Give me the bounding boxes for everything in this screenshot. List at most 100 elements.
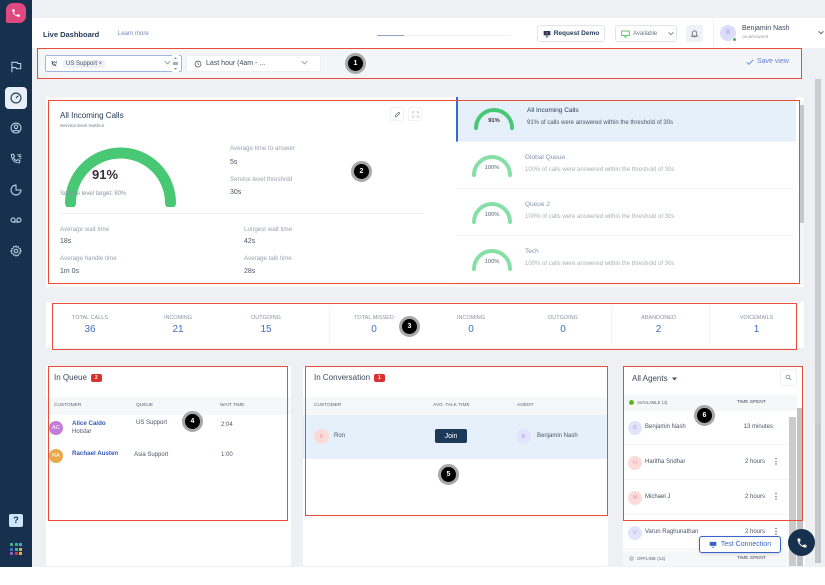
stat-value[interactable]: 0 — [518, 324, 608, 335]
sidebar: ? — [0, 0, 32, 567]
service-level-card: All Incoming Calls Service level metrics… — [46, 97, 804, 287]
in-queue-table-header: CUSTOMER QUEUE WAIT TIME — [46, 397, 291, 415]
customer-name[interactable]: Rachael Austen — [72, 450, 118, 457]
agent-time-spent: 2 hours — [744, 459, 765, 465]
queue-select-scroll-stepper[interactable] — [172, 55, 179, 72]
queue-description: 91% of calls were answered within the th… — [527, 120, 674, 126]
metric-value-longest-wait: 42s — [244, 238, 256, 245]
annotation-marker-2: 2 — [351, 161, 372, 182]
annotation-marker-6: 6 — [694, 405, 715, 426]
stat-incoming: INCOMING 21 — [134, 302, 222, 348]
stat-label: OUTGOING — [548, 315, 578, 321]
agent-avatar: V — [628, 526, 642, 540]
customer-name[interactable]: Alice Caido — [72, 420, 106, 427]
queue-name: All Incoming Calls — [527, 107, 579, 114]
column-header-wait-time[interactable]: WAIT TIME — [220, 403, 244, 408]
online-status-dot — [732, 37, 737, 42]
loading-progress-bar — [377, 35, 510, 36]
save-view-button[interactable]: Save view — [746, 58, 789, 65]
agent-row[interactable]: H Haritha Sridhar 2 hours ⋮ — [623, 446, 789, 480]
gear-icon — [9, 244, 23, 258]
column-header-queue[interactable]: QUEUE — [136, 403, 153, 408]
service-level-gauge — [65, 147, 176, 207]
in-conversation-title: In Conversation — [314, 373, 371, 382]
agent-name: Michael J — [645, 494, 671, 500]
availability-dropdown[interactable]: Available — [615, 25, 677, 42]
stat-value[interactable]: 21 — [134, 324, 222, 335]
edit-button[interactable] — [390, 107, 404, 121]
queue-name: Queue 2 — [525, 201, 550, 208]
sidebar-item-settings[interactable] — [5, 240, 27, 262]
table-row[interactable]: R Ron Join B Benjamin Nash — [303, 415, 608, 459]
header-divider — [713, 18, 714, 48]
expand-button[interactable] — [408, 107, 422, 121]
column-header-avg-talk-time[interactable]: AVG. TALK TIME — [433, 403, 470, 408]
sidebar-item-flags[interactable] — [5, 56, 27, 78]
agent-row[interactable]: M Michael J 2 hours ⋮ — [623, 481, 789, 515]
column-header-customer[interactable]: CUSTOMER — [54, 403, 81, 408]
queue-chip-us-support[interactable]: US Support × — [63, 59, 106, 68]
time-spent-header: TIME SPENT — [737, 556, 766, 561]
queue-list-scrollbar-thumb[interactable] — [800, 105, 804, 223]
chevron-down-icon — [301, 60, 308, 65]
queue-item-tech[interactable]: 100% Tech 100% of calls were answered wi… — [456, 238, 796, 283]
caret-down-icon — [671, 377, 677, 380]
queue-item-queue-2[interactable]: 100% Queue 2 100% of calls were answered… — [456, 191, 796, 236]
test-connection-button[interactable]: Test Connection — [699, 536, 781, 553]
agent-search-button[interactable] — [780, 369, 797, 386]
column-header-agent[interactable]: AGENT — [517, 403, 534, 408]
stat-value[interactable]: 36 — [46, 324, 134, 335]
agent-more-options-icon[interactable]: ⋮ — [772, 492, 780, 501]
queue-filter-select[interactable]: US Support × — [45, 55, 182, 72]
notifications-button[interactable] — [686, 25, 703, 42]
metric-label-sl-threshold: Service level threshold — [230, 176, 293, 183]
sidebar-item-analytics[interactable] — [5, 179, 27, 201]
queue-item-all-incoming[interactable]: 91% All Incoming Calls 91% of calls were… — [456, 97, 796, 142]
sidebar-item-contacts[interactable] — [5, 117, 27, 139]
service-level-subtitle: Service level metrics — [60, 124, 104, 129]
queue-item-global-queue[interactable]: 100% Global Queue 100% of calls were ans… — [456, 144, 796, 189]
stat-value[interactable]: 0 — [426, 324, 516, 335]
agent-name: Benjamin Nash — [537, 433, 578, 439]
top-header: Live Dashboard Learn more Request Demo A… — [32, 18, 825, 48]
phone-list-icon — [10, 153, 22, 164]
speedometer-icon — [10, 92, 22, 104]
metrics-divider — [60, 213, 424, 214]
page-scrollbar-thumb[interactable] — [815, 79, 821, 424]
sidebar-item-dashboard[interactable] — [5, 87, 27, 109]
metric-label-avg-handle: Average handle time — [60, 255, 117, 262]
user-name[interactable]: Benjamin Nash — [742, 25, 789, 32]
app-logo-phone-icon[interactable] — [6, 3, 26, 23]
help-chat-icon[interactable]: ? — [9, 514, 23, 527]
agent-more-options-icon[interactable]: ⋮ — [772, 527, 780, 536]
bell-icon — [690, 30, 699, 38]
time-range-select[interactable]: Last hour (4am - ... — [186, 55, 321, 72]
sidebar-item-call-log[interactable] — [5, 148, 27, 170]
filter-bar: US Support × Last hour (4am - ... Save v… — [40, 48, 802, 78]
queue-name: Global Queue — [525, 154, 566, 161]
stat-value[interactable]: 15 — [222, 324, 310, 335]
apps-grid-icon[interactable] — [10, 543, 22, 555]
agent-more-options-icon[interactable]: ⋮ — [772, 457, 780, 466]
request-demo-button[interactable]: Request Demo — [537, 25, 605, 42]
available-status-dot — [629, 400, 634, 405]
check-icon — [746, 58, 754, 65]
agent-time-spent: 13 minutes — [743, 424, 773, 430]
in-conversation-header: In Conversation 1 — [314, 373, 385, 382]
metric-label-avg-talk: Average talk time — [244, 255, 292, 262]
learn-more-link[interactable]: Learn more — [118, 31, 149, 37]
sidebar-item-voicemail[interactable] — [5, 209, 27, 231]
user-menu-chevron-icon[interactable] — [818, 30, 824, 35]
metric-value-avg-talk: 28s — [244, 268, 256, 275]
column-header-customer[interactable]: CUSTOMER — [314, 403, 341, 408]
dialer-fab-button[interactable] — [788, 529, 815, 556]
join-call-button[interactable]: Join — [435, 429, 467, 443]
queue-percent: 100% — [484, 212, 500, 218]
customer-avatar: RA — [49, 449, 63, 463]
stat-value[interactable]: 2 — [611, 324, 706, 335]
agents-filter-dropdown[interactable]: All Agents — [632, 374, 677, 383]
queue-percent: 100% — [484, 259, 500, 265]
customer-avatar: R — [314, 429, 329, 444]
customer-avatar: AC — [49, 421, 63, 435]
stat-value[interactable]: 1 — [709, 324, 804, 335]
